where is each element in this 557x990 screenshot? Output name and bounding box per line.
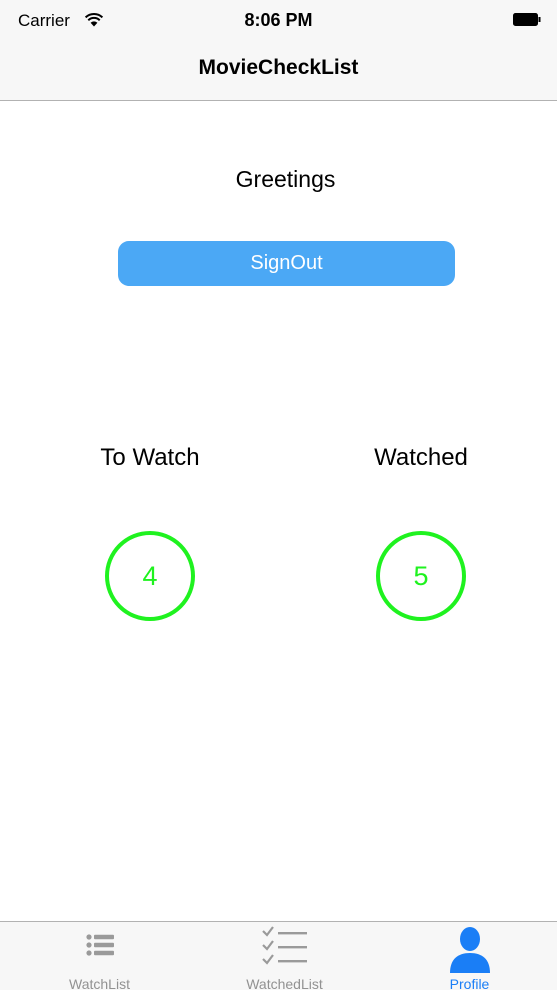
battery-icon [513, 13, 541, 26]
greeting-label: Greetings [235, 166, 336, 192]
page-title: MovieCheckList [198, 56, 359, 79]
tab-watchlist[interactable]: WatchList [7, 922, 192, 990]
to-watch-count: 4 [105, 531, 195, 621]
watched-count: 5 [376, 531, 466, 621]
tab-label: WatchList [69, 976, 130, 990]
to-watch-label: To Watch [100, 444, 200, 471]
tab-profile[interactable]: Profile [377, 922, 557, 990]
navigation-bar: MovieCheckList [0, 40, 557, 101]
tab-bar: WatchList WatchedList Profile [0, 921, 557, 990]
watched-label: Watched [374, 444, 468, 471]
tab-watchedlist[interactable]: WatchedList [192, 922, 377, 990]
checklist-icon [261, 926, 307, 965]
tab-label: Profile [449, 976, 490, 990]
person-icon [449, 927, 490, 973]
status-time: 8:06 PM [244, 10, 313, 30]
status-bar: Carrier 8:06 PM [0, 0, 557, 40]
tab-label: WatchedList [246, 976, 323, 990]
list-icon [85, 934, 114, 956]
signout-button[interactable]: SignOut [118, 241, 455, 286]
